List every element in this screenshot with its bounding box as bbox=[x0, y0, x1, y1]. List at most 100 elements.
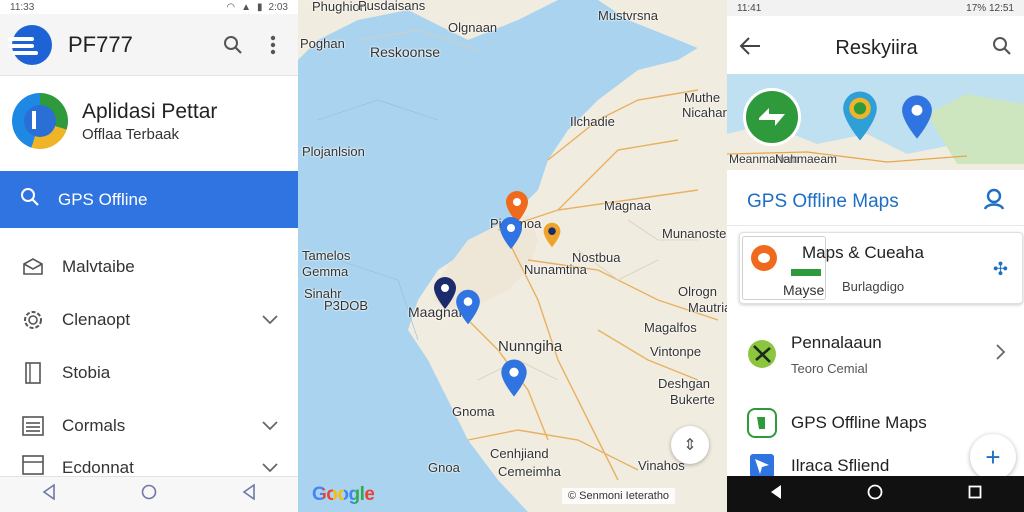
back-icon[interactable] bbox=[42, 483, 56, 505]
app-profile-header: Aplidasi Pettar Offlaa Terbaak bbox=[12, 90, 290, 152]
status-right-text: 17% 12:51 bbox=[966, 2, 1014, 14]
map-label: Vintonpe bbox=[650, 344, 702, 359]
list-item[interactable]: GPS Offline Maps bbox=[727, 406, 1024, 440]
map-label: Nahmaeam bbox=[775, 152, 838, 166]
map-label: Cenhjiand bbox=[490, 446, 549, 461]
map-label: Nunamtina bbox=[524, 262, 587, 277]
google-logo-text: Google bbox=[312, 484, 375, 505]
more-vert-icon[interactable] bbox=[260, 32, 286, 58]
profile-title: Aplidasi Pettar bbox=[82, 99, 218, 123]
map-label: Mautriatia bbox=[688, 300, 727, 315]
chevron-down-icon[interactable] bbox=[262, 458, 278, 478]
map-label: Muthe bbox=[684, 90, 721, 105]
map-pin-icon[interactable] bbox=[454, 288, 482, 326]
map-label: Poghan bbox=[300, 36, 345, 51]
top-app-bar: Reskyiira bbox=[727, 22, 1024, 74]
map-label: Tamelos bbox=[302, 248, 351, 263]
drawer-item-gps-offline[interactable]: GPS Offline bbox=[0, 171, 298, 228]
map-pin-icon[interactable] bbox=[498, 216, 524, 250]
left-drawer-panel: 11:33 ◠ ▲ ▮ 2:03 PF777 Aplidasi Pettar O… bbox=[0, 0, 298, 512]
map-attribution: © Senmoni Ieteratho bbox=[562, 488, 676, 504]
map-label: Deshgan bbox=[658, 376, 711, 391]
drawer-item-stobia[interactable]: Stobia bbox=[0, 346, 298, 399]
thumb-label: Mayse bbox=[783, 282, 825, 298]
drawer-item-label: Stobia bbox=[62, 362, 111, 382]
section-header: GPS Offline Maps bbox=[727, 178, 1024, 226]
map-pin-icon[interactable] bbox=[542, 222, 562, 248]
page-title: Reskyiira bbox=[835, 36, 918, 59]
map-label: Gemma bbox=[302, 264, 349, 279]
chevron-right-icon[interactable] bbox=[996, 343, 1006, 365]
status-icons: ◠ ▲ ▮ 2:03 bbox=[226, 2, 288, 13]
signal-icon: ▲ bbox=[241, 1, 252, 13]
map-logo-icon bbox=[12, 93, 68, 149]
status-time: 11:33 bbox=[10, 1, 35, 13]
navigation-icon bbox=[747, 454, 777, 478]
map-pin-icon[interactable] bbox=[899, 94, 935, 140]
app-card[interactable]: Mayse Maps & Cueaha Burlagdigo ✣ bbox=[739, 232, 1023, 304]
map-label: Pusdaisans bbox=[358, 0, 426, 13]
chevron-down-icon[interactable] bbox=[262, 416, 278, 436]
chevron-down-icon[interactable] bbox=[262, 310, 278, 330]
map-pin-icon[interactable] bbox=[839, 90, 881, 142]
page-icon bbox=[20, 360, 46, 386]
map-label: Nunngiha bbox=[498, 338, 563, 355]
map-label: Ilchadie bbox=[570, 114, 615, 129]
drawer-item-ecdonnat[interactable]: Ecdonnat bbox=[0, 452, 298, 478]
list-icon bbox=[20, 413, 46, 439]
status-bar: 11:41 17% 12:51 bbox=[727, 0, 1024, 16]
map-label: Cemeimha bbox=[498, 464, 561, 479]
top-app-bar: PF777 bbox=[0, 14, 298, 76]
drawer-item-malvtaibe[interactable]: Malvtaibe bbox=[0, 240, 298, 293]
recents-icon[interactable] bbox=[968, 485, 982, 504]
app-icon bbox=[751, 245, 777, 271]
card-title: Maps & Cueaha bbox=[802, 243, 924, 262]
recents-icon[interactable] bbox=[242, 483, 256, 505]
drawer-item-label: Malvtaibe bbox=[62, 256, 135, 276]
map-label: Gnoma bbox=[452, 404, 495, 419]
home-icon[interactable] bbox=[867, 484, 883, 505]
envelope-icon bbox=[20, 254, 46, 280]
home-icon[interactable] bbox=[141, 484, 157, 505]
list-item-title: Pennalaaun bbox=[791, 332, 882, 352]
map-thumbnail[interactable]: Meanmanem Nahmaeam bbox=[727, 74, 1024, 170]
list-item-title: GPS Offline Maps bbox=[791, 413, 927, 432]
status-right-text: 2:03 bbox=[268, 1, 288, 13]
map-label: Magnaa bbox=[604, 198, 651, 213]
app-logo-icon[interactable] bbox=[8, 24, 52, 65]
map-label: Olrogn bbox=[678, 284, 718, 299]
drawer-item-clenaopt[interactable]: Clenaopt bbox=[0, 293, 298, 346]
back-arrow-icon[interactable] bbox=[739, 36, 761, 61]
section-title: GPS Offline Maps bbox=[747, 190, 899, 212]
compass-icon[interactable]: ⇕ bbox=[671, 426, 709, 464]
map-pin-icon[interactable] bbox=[499, 358, 529, 398]
status-badge bbox=[791, 269, 821, 276]
map-label: Olgnaan bbox=[448, 20, 498, 35]
map-label: Mustvrsna bbox=[598, 8, 658, 23]
google-logo: Google bbox=[312, 484, 375, 506]
map-view[interactable]: Phughion Pusdaisans Olgnaan Mustvrsna Po… bbox=[298, 0, 727, 512]
maps-app-icon[interactable] bbox=[743, 88, 801, 146]
card-subtitle: Burlagdigo bbox=[842, 279, 905, 294]
battery-icon: ▮ bbox=[257, 1, 263, 13]
search-icon[interactable] bbox=[992, 36, 1012, 61]
drawer-item-label: GPS Offline bbox=[58, 189, 148, 209]
status-bar: 11:33 ◠ ▲ ▮ 2:03 bbox=[0, 0, 298, 14]
profile-icon[interactable] bbox=[982, 187, 1006, 216]
add-fab-button[interactable]: + bbox=[970, 434, 1016, 480]
drawer-menu: Malvtaibe Clenaopt Stobia Cormals Ecdonn… bbox=[0, 240, 298, 478]
search-icon[interactable] bbox=[220, 32, 246, 58]
back-icon[interactable] bbox=[769, 484, 783, 505]
system-nav-bar bbox=[0, 476, 298, 512]
profile-subtitle: Offlaa Terbaak bbox=[82, 125, 180, 143]
map-label: P3DOB bbox=[324, 298, 369, 313]
map-label: Munanostes bbox=[662, 226, 727, 241]
move-icon[interactable]: ✣ bbox=[993, 259, 1008, 280]
maps-app-icon bbox=[747, 408, 777, 438]
status-time: 11:41 bbox=[737, 2, 762, 14]
drawer-item-cormals[interactable]: Cormals bbox=[0, 399, 298, 452]
drawer-item-label: Ecdonnat bbox=[62, 458, 134, 477]
list-item-subtitle: Teoro Cemial bbox=[791, 360, 868, 376]
plus-icon: + bbox=[985, 441, 1001, 472]
list-item[interactable]: Pennalaaun Teoro Cemial bbox=[727, 326, 1024, 382]
